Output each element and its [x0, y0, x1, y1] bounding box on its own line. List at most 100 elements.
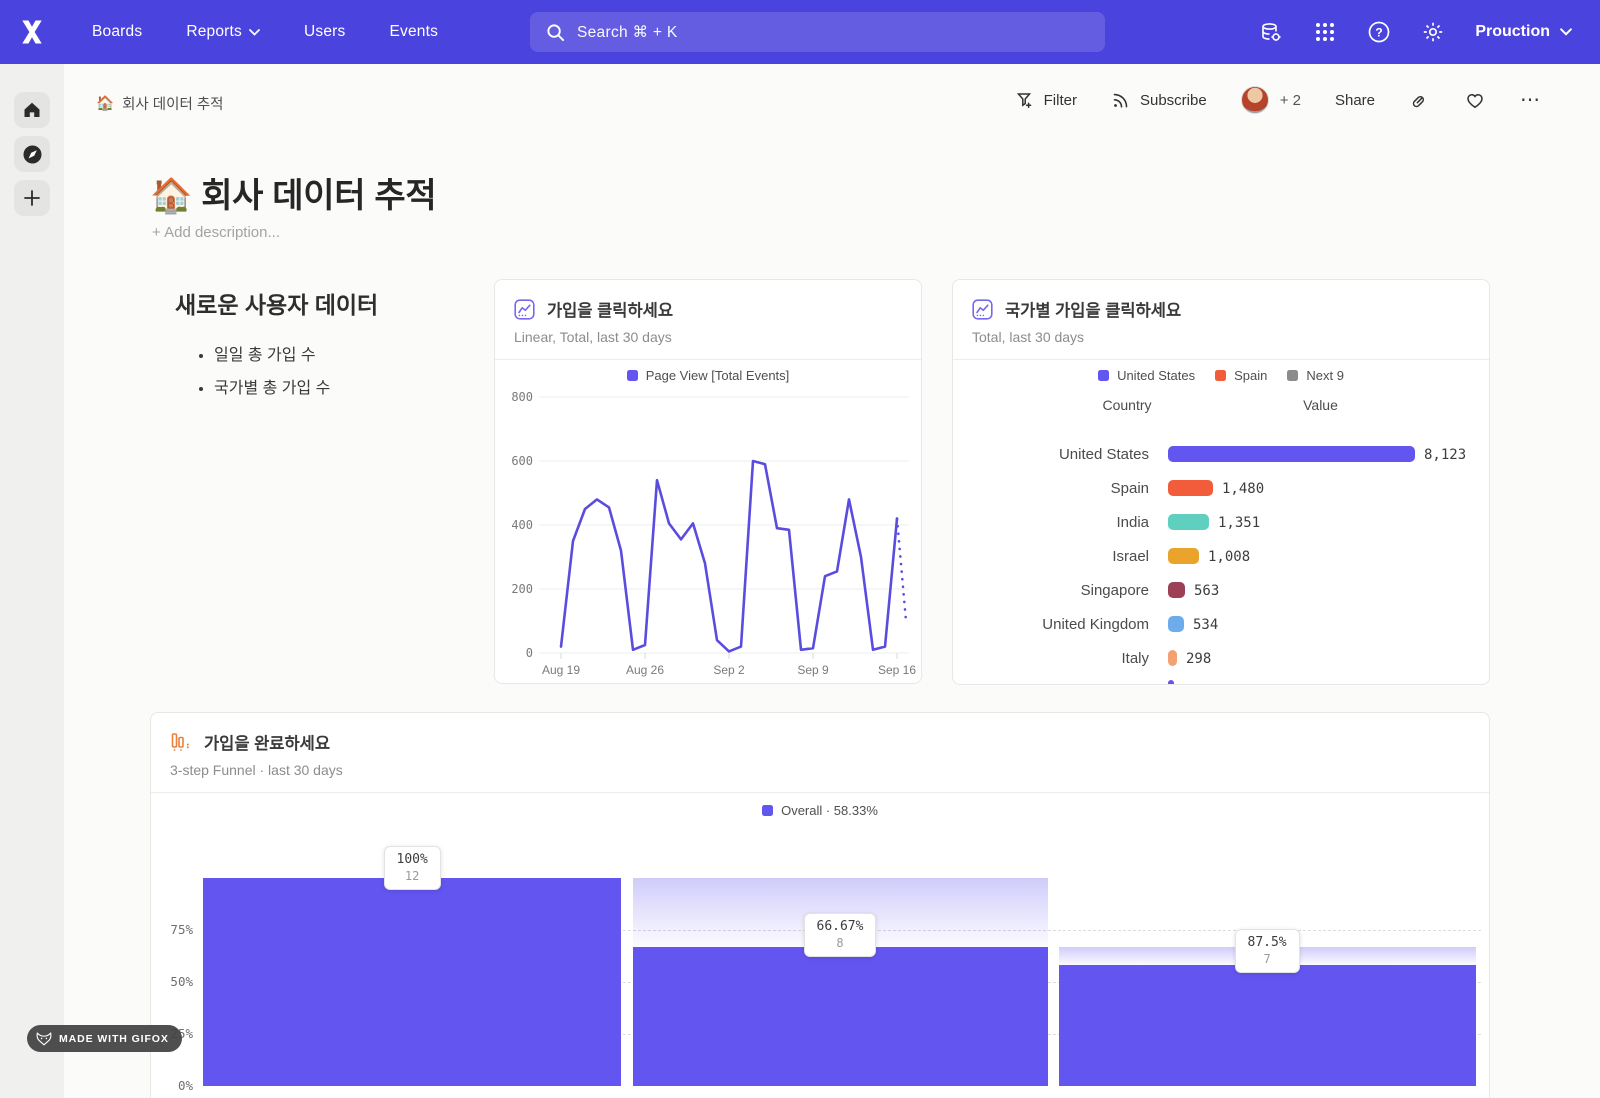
country-label: Spain: [953, 480, 1149, 497]
rss-icon: [1111, 90, 1131, 110]
card-title[interactable]: 가입을 클릭하세요: [547, 297, 673, 321]
table-row[interactable]: United Kingdom534: [953, 614, 1489, 638]
more-menu-button[interactable]: ⋯: [1520, 95, 1542, 105]
legend-label: United States: [1117, 368, 1195, 383]
search-input[interactable]: Search ⌘ + K: [530, 12, 1105, 52]
svg-text:Aug 19: Aug 19: [542, 663, 580, 677]
mixpanel-board-page: Boards Reports Users Events Search ⌘ + K: [0, 0, 1600, 1098]
nav-events[interactable]: Events: [389, 23, 438, 41]
avatar[interactable]: [1241, 86, 1269, 114]
funnel-card[interactable]: 가입을 완료하세요 3-step Funnel · last 30 days O…: [150, 712, 1490, 1098]
divider: [495, 359, 921, 360]
conversion-pct: 87.5%: [1248, 935, 1287, 950]
country-bar: [1168, 680, 1174, 685]
top-navbar: Boards Reports Users Events Search ⌘ + K: [0, 0, 1600, 64]
table-row[interactable]: Spain1,480: [953, 478, 1489, 502]
card-title[interactable]: 국가별 가입을 클릭하세요: [1005, 297, 1181, 321]
country-bar[interactable]: [1168, 446, 1415, 462]
country-bar[interactable]: [1168, 616, 1184, 632]
add-button[interactable]: [14, 180, 50, 216]
project-picker[interactable]: Prouction: [1475, 23, 1572, 41]
legend-swatch: [1287, 370, 1298, 381]
chart-legend: United States Spain Next 9: [953, 368, 1489, 383]
breadcrumb[interactable]: 🏠 회사 데이터 추적: [96, 93, 224, 114]
help-icon[interactable]: ?: [1367, 20, 1391, 44]
page-title-text: 회사 데이터 추적: [201, 177, 436, 215]
country-bar[interactable]: [1168, 650, 1177, 666]
y-axis-label: 75%: [151, 922, 193, 937]
country-bar-card[interactable]: 국가별 가입을 클릭하세요 Total, last 30 days United…: [952, 279, 1490, 685]
svg-text:600: 600: [511, 454, 533, 468]
add-description-button[interactable]: + Add description...: [152, 224, 280, 241]
conversion-count: 12: [397, 869, 428, 883]
copy-link-button[interactable]: [1409, 90, 1430, 111]
gear-icon[interactable]: [1421, 20, 1445, 44]
page-title[interactable]: 🏠 회사 데이터 추적: [150, 168, 436, 217]
conversion-count: 7: [1248, 952, 1287, 966]
home-icon: [22, 100, 42, 120]
country-bar[interactable]: [1168, 582, 1185, 598]
nav-users-label: Users: [304, 23, 345, 41]
country-label: United States: [953, 446, 1149, 463]
country-label: Israel: [953, 548, 1149, 565]
svg-text:400: 400: [511, 518, 533, 532]
legend-item[interactable]: Spain: [1215, 368, 1267, 383]
database-settings-icon[interactable]: [1259, 20, 1283, 44]
funnel-tooltip: 87.5% 7: [1235, 929, 1300, 973]
divider: [953, 359, 1489, 360]
funnel-plot[interactable]: 0%25%50%75%100%1266.67%887.5%7: [151, 713, 1489, 1098]
line-chart-icon: [514, 299, 535, 320]
chevron-down-icon: [1560, 28, 1572, 36]
apps-grid-icon[interactable]: [1313, 20, 1337, 44]
y-axis-label: 0%: [151, 1078, 193, 1093]
legend-item[interactable]: United States: [1098, 368, 1195, 383]
line-chart-plot[interactable]: 0200400600800Aug 19Aug 26Sep 2Sep 9Sep 1…: [495, 375, 922, 684]
y-axis-label: 50%: [151, 974, 193, 989]
legend-swatch: [1215, 370, 1226, 381]
share-button[interactable]: Share: [1335, 92, 1375, 109]
country-bar[interactable]: [1168, 514, 1209, 530]
page-title-emoji: 🏠: [150, 177, 192, 215]
table-row[interactable]: India1,351: [953, 512, 1489, 536]
table-row-clipped[interactable]: [953, 678, 1489, 685]
text-widget-bullets: 일일 총 가입 수 국가별 총 가입 수: [198, 341, 330, 407]
nav-boards[interactable]: Boards: [92, 23, 142, 41]
funnel-bar-step-3[interactable]: [1059, 965, 1476, 1086]
card-subtitle: Linear, Total, last 30 days: [514, 329, 672, 345]
nav-reports[interactable]: Reports: [186, 23, 260, 41]
funnel-bar-step-1[interactable]: [203, 878, 621, 1086]
nav-users[interactable]: Users: [304, 23, 345, 41]
svg-text:800: 800: [511, 390, 533, 404]
table-row[interactable]: Italy298: [953, 648, 1489, 672]
filter-button[interactable]: Filter: [1015, 90, 1077, 110]
breadcrumb-emoji: 🏠: [96, 95, 114, 112]
nav-reports-label: Reports: [186, 23, 242, 41]
country-value: 1,351: [1218, 515, 1260, 531]
funnel-tooltip: 66.67%8: [804, 913, 877, 957]
favorite-button[interactable]: [1464, 90, 1486, 110]
search-icon: [546, 23, 565, 42]
collaborators[interactable]: + 2: [1241, 86, 1301, 114]
table-row[interactable]: Israel1,008: [953, 546, 1489, 570]
country-bar[interactable]: [1168, 480, 1213, 496]
discover-button[interactable]: [14, 136, 50, 172]
legend-label: Spain: [1234, 368, 1267, 383]
mixpanel-logo[interactable]: [0, 0, 64, 64]
svg-text:200: 200: [511, 582, 533, 596]
line-chart-card[interactable]: 가입을 클릭하세요 Linear, Total, last 30 days Pa…: [494, 279, 922, 684]
column-value: Value: [1243, 397, 1398, 413]
left-rail: →|: [0, 64, 64, 1098]
filter-icon: [1015, 90, 1035, 110]
country-bar[interactable]: [1168, 548, 1199, 564]
board-toolbar: Filter Subscribe + 2 Share ⋯: [1015, 86, 1542, 114]
subscribe-button[interactable]: Subscribe: [1111, 90, 1207, 110]
text-widget-heading: 새로운 사용자 데이터: [175, 286, 378, 320]
table-row[interactable]: Singapore563: [953, 580, 1489, 604]
country-value: 534: [1193, 617, 1218, 633]
legend-item[interactable]: Next 9: [1287, 368, 1344, 383]
table-row[interactable]: United States8,123: [953, 444, 1489, 468]
plus-icon: [23, 189, 41, 207]
funnel-bar-step-2[interactable]: [633, 947, 1048, 1086]
home-button[interactable]: [14, 92, 50, 128]
subscribe-label: Subscribe: [1140, 92, 1207, 109]
